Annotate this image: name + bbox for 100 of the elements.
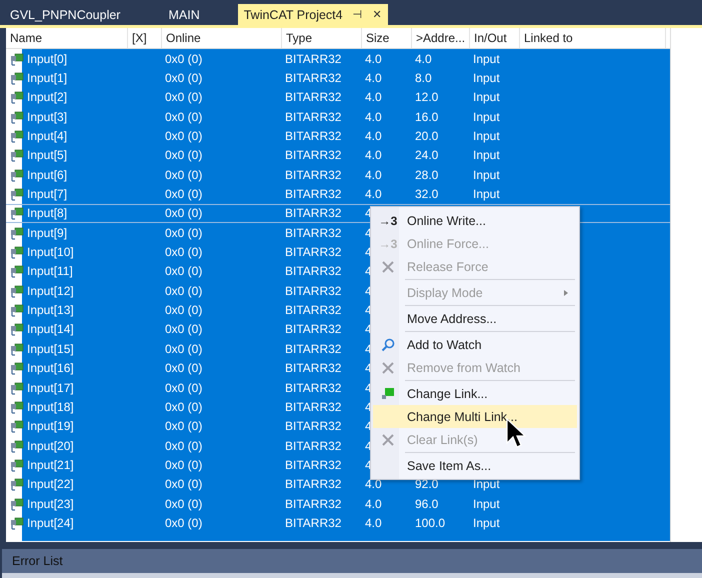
table-cell: BITARR32 — [285, 419, 342, 434]
column-header[interactable]: Size — [362, 28, 412, 48]
variable-icon — [10, 438, 24, 453]
variable-icon — [10, 110, 24, 124]
table-cell: BITARR32 — [285, 342, 342, 356]
table-cell: Input[23] — [27, 496, 74, 511]
table-cell: 4.0 — [365, 187, 382, 202]
table-cell: 96.0 — [415, 496, 438, 511]
table-cell: 0x0 (0) — [165, 284, 202, 298]
table-cell: Input[21] — [27, 458, 74, 472]
tab-label: GVL_PNPNCoupler — [10, 8, 120, 22]
table-cell: Input — [473, 516, 500, 530]
table-cell: BITARR32 — [285, 284, 342, 298]
variable-icon — [10, 419, 24, 434]
table-cell: Input — [473, 110, 500, 124]
table-cell: 12.0 — [415, 90, 438, 104]
cross-icon — [381, 432, 395, 446]
table-cell: BITARR32 — [285, 90, 342, 104]
variable-icon — [10, 52, 24, 66]
table-cell: BITARR32 — [285, 400, 342, 414]
column-header[interactable]: [X] — [128, 28, 162, 48]
table-cell: Input[12] — [27, 284, 74, 298]
table-cell: Input[8] — [27, 206, 68, 220]
table-cell: 20.0 — [415, 129, 438, 144]
table-cell: BITARR32 — [285, 303, 342, 318]
table-cell: 0x0 (0) — [165, 129, 202, 144]
table-cell: 4.0 — [365, 148, 382, 162]
table-cell: Input[11] — [27, 264, 73, 278]
table-cell: Input — [473, 477, 500, 492]
table-cell: 0x0 (0) — [165, 206, 202, 220]
table-cell: BITARR32 — [285, 477, 342, 492]
table-cell: BITARR32 — [285, 322, 342, 336]
variable-icon — [10, 168, 24, 182]
variable-icon — [10, 477, 24, 492]
table-cell: Input[5] — [27, 148, 68, 162]
variable-icon — [10, 90, 24, 104]
table-cell: BITARR32 — [285, 438, 342, 453]
table-cell: BITARR32 — [285, 187, 342, 202]
table-cell: 0x0 (0) — [165, 400, 202, 414]
variable-icon — [10, 226, 24, 240]
table-cell: 0x0 (0) — [165, 148, 202, 162]
table-cell: Input — [473, 148, 500, 162]
table-cell: 0x0 (0) — [165, 303, 202, 318]
column-header[interactable]: Type — [282, 28, 362, 48]
tab-label: MAIN — [168, 8, 200, 22]
variable-icon — [10, 400, 24, 414]
table-cell: Input — [473, 168, 500, 182]
close-button[interactable]: ✕ — [372, 8, 382, 21]
document-tab[interactable]: GVL_PNPNCoupler — [0, 4, 130, 25]
table-cell: 0x0 (0) — [165, 90, 202, 104]
table-cell: 8.0 — [415, 71, 432, 86]
table-cell: 4.0 — [365, 90, 382, 104]
variable-icon — [10, 206, 24, 220]
panel-title: Error List — [12, 554, 63, 568]
column-header[interactable]: Online — [162, 28, 282, 48]
table-cell: 4.0 — [365, 496, 382, 511]
table-cell: 0x0 (0) — [165, 110, 202, 124]
variable-icon — [10, 458, 24, 472]
table-cell: Input[7] — [27, 187, 68, 202]
table-cell: BITARR32 — [285, 110, 342, 124]
variable-icon — [10, 187, 24, 202]
table-cell: BITARR32 — [285, 129, 342, 144]
tab-label: TwinCAT Project4 — [244, 8, 343, 22]
table-cell: 0x0 (0) — [165, 187, 202, 202]
table-cell: Input[9] — [27, 226, 68, 240]
column-header[interactable]: In/Out — [470, 28, 520, 48]
table-cell: 0x0 (0) — [165, 380, 202, 395]
table-cell: Input[10] — [27, 245, 74, 260]
table-cell: Input[14] — [27, 322, 74, 336]
table-cell: 4.0 — [415, 52, 432, 66]
column-header[interactable]: Linked to — [520, 28, 666, 48]
table-cell: Input[18] — [27, 400, 74, 414]
table-cell: Input — [473, 71, 500, 86]
table-cell: 0x0 (0) — [165, 342, 202, 356]
table-cell: 24.0 — [415, 148, 438, 162]
table-cell: Input[2] — [27, 90, 68, 104]
table-cell: 4.0 — [365, 129, 382, 144]
table-cell: Input[24] — [27, 516, 74, 530]
column-header[interactable]: Name — [6, 28, 128, 48]
column-header[interactable]: >Addre... — [412, 28, 470, 48]
table-cell: BITARR32 — [285, 380, 342, 395]
table-cell: 0x0 (0) — [165, 71, 202, 86]
table-cell: Input — [473, 187, 500, 202]
search-icon — [381, 338, 395, 352]
table-cell: 32.0 — [415, 187, 438, 202]
table-cell: 0x0 (0) — [165, 516, 202, 530]
menu-item[interactable]: Save Item As... — [373, 454, 577, 477]
table-cell: BITARR32 — [285, 168, 342, 182]
table-cell: BITARR32 — [285, 361, 342, 376]
menu-item[interactable]: Change Multi Link... — [373, 405, 577, 428]
table-cell: 4.0 — [365, 516, 382, 530]
table-cell: BITARR32 — [285, 264, 342, 278]
document-tab[interactable]: TwinCAT Project4 ⊣ ✕ — [238, 4, 388, 25]
table-cell: 0x0 (0) — [165, 226, 202, 240]
document-tab[interactable]: MAIN — [158, 4, 210, 25]
table-cell: 0x0 (0) — [165, 245, 202, 260]
table-cell: Input[15] — [27, 342, 74, 356]
pin-button[interactable]: ⊣ — [352, 8, 363, 21]
table-cell: BITARR32 — [285, 52, 342, 66]
table-cell: 92.0 — [415, 477, 438, 492]
